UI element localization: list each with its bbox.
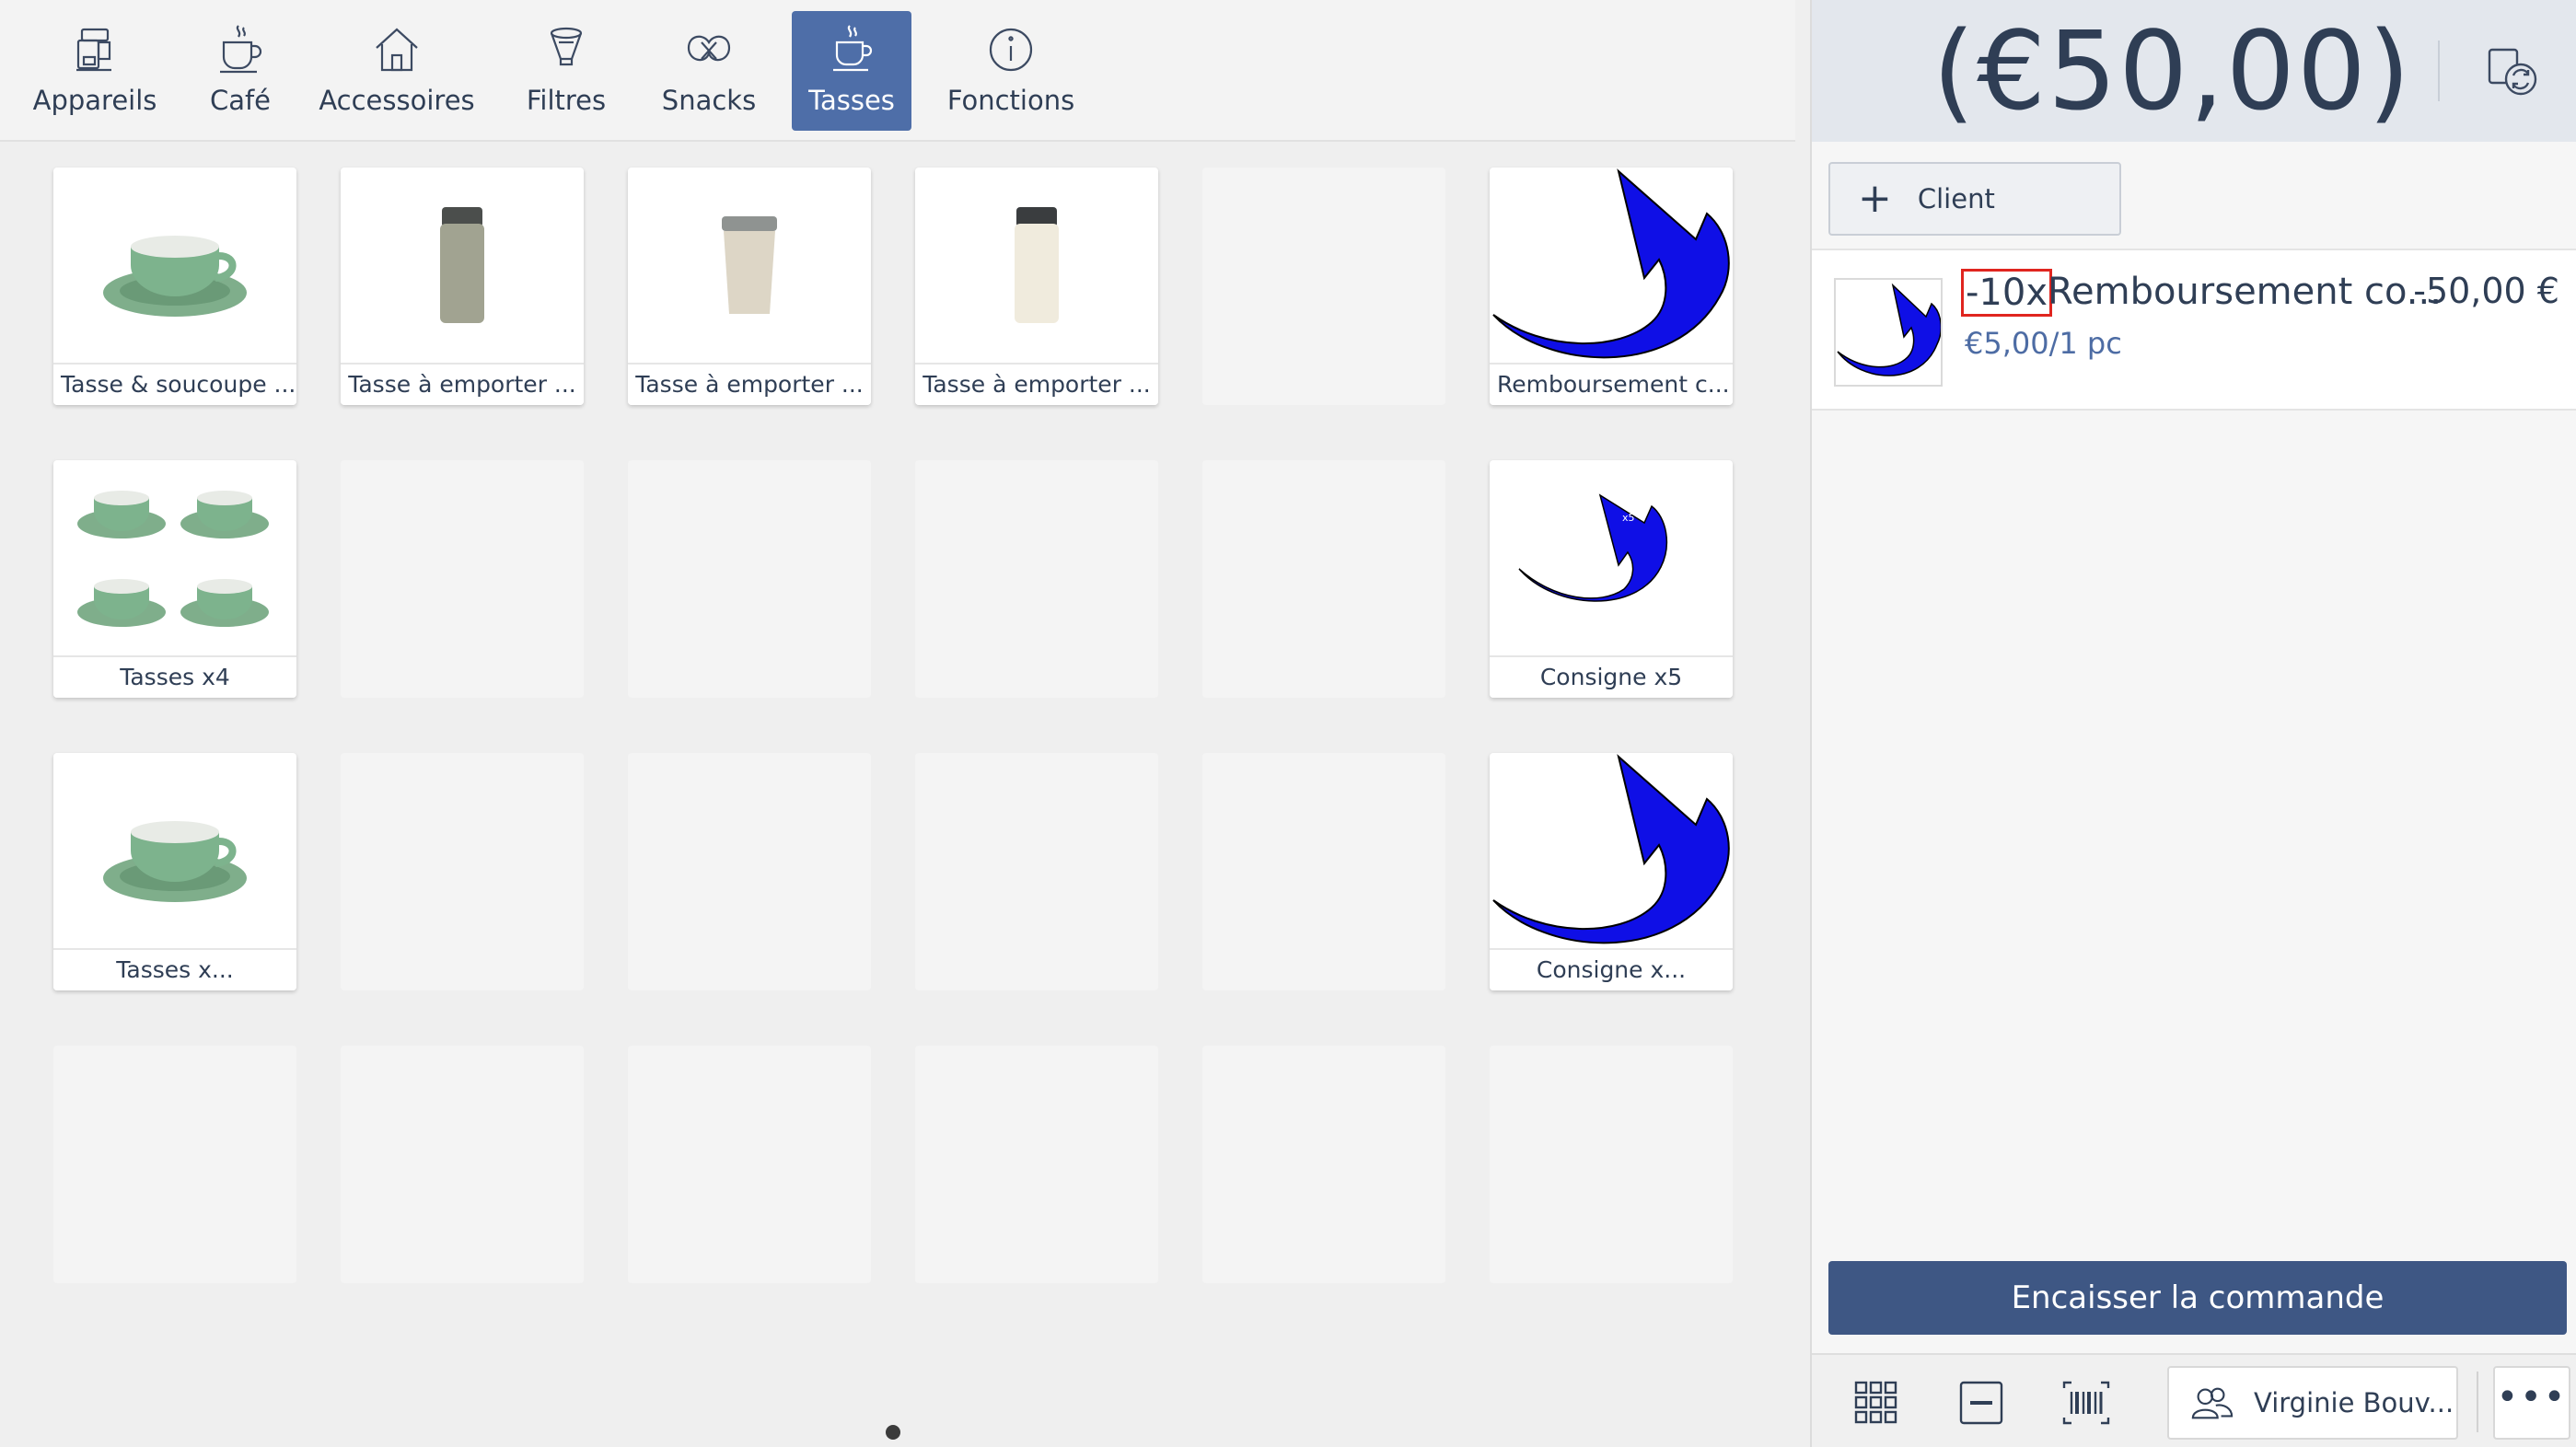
tab-label: Café [209,85,272,116]
tab-label: Tasses [808,85,895,116]
product-tile[interactable]: Tasse à emporter ... [341,168,584,405]
line-item-thumbnail [1834,278,1943,387]
product-tile[interactable]: Remboursement c... [1490,168,1733,405]
product-image [341,168,584,363]
user-button[interactable]: Virginie Bouv... [2167,1366,2458,1440]
order-total: (€50,00) [1932,7,2412,134]
empty-tile [915,1046,1158,1283]
order-panel: (€50,00) + Client -10x Remboursement co.… [1810,0,2576,1447]
empty-tile [1490,1046,1733,1283]
order-line-item[interactable]: -10x Remboursement co... -50,00 € €5,00/… [1812,249,2576,411]
return-arrow-icon [1490,168,1733,363]
tab-snacks[interactable]: Snacks [654,11,764,131]
empty-tile [628,1046,871,1283]
cup-icon [833,25,873,72]
total-header: (€50,00) [1812,0,2576,142]
product-label: Remboursement c... [1490,363,1733,405]
house-icon [376,28,418,72]
more-options-button[interactable]: ••• [2493,1366,2570,1440]
tab-accessoires[interactable]: Accessoires [319,11,475,131]
user-name: Virginie Bouv... [2254,1387,2454,1418]
divider [2477,1372,2478,1432]
tab-appareils[interactable]: Appareils [28,11,162,131]
tab-filtres[interactable]: Filtres [512,11,621,131]
product-image [53,168,296,363]
return-arrow-icon [1490,753,1733,948]
users-icon [2191,1387,2234,1419]
product-image [628,168,871,363]
tab-label: Filtres [526,85,607,116]
product-tile[interactable]: Tasse & soucoupe ... [53,168,296,405]
product-tile[interactable]: Tasses x... [53,753,296,990]
line-item-name: Remboursement co... [2048,271,2442,313]
switch-display-icon[interactable] [2484,42,2543,101]
bottom-toolbar: Virginie Bouv... ••• [1812,1353,2576,1447]
plus-icon: + [1858,175,1892,222]
tab-label: Appareils [32,85,157,116]
category-tabbar: Appareils Café Accessoires Filtres Snack… [0,0,1795,142]
minus-box-icon [1959,1381,2003,1425]
empty-tile [341,753,584,990]
tab-label: Fonctions [946,85,1075,116]
tab-cafe[interactable]: Café [190,11,291,131]
checkout-button[interactable]: Encaisser la commande [1828,1261,2567,1335]
empty-tile [915,460,1158,698]
product-image [915,168,1158,363]
empty-tile [628,460,871,698]
product-tile[interactable]: Tasse à emporter ... [915,168,1158,405]
product-label: Tasses x... [53,948,296,990]
product-label: Tasse à emporter ... [341,363,584,405]
info-icon [989,28,1033,72]
tab-label: Accessoires [319,85,475,116]
empty-tile [341,1046,584,1283]
line-item-unit-price: €5,00/1 pc [1965,326,2122,361]
product-tile[interactable]: Tasse à emporter ... [628,168,871,405]
barcode-button[interactable] [2059,1375,2114,1430]
empty-tile [1202,168,1445,405]
tab-tasses[interactable]: Tasses [792,11,911,131]
product-tile[interactable]: Tasses x4 [53,460,296,698]
product-label: Tasse à emporter ... [628,363,871,405]
product-label: Tasse à emporter ... [915,363,1158,405]
return-arrow-icon: x5 [1490,460,1733,655]
product-label: Consigne x5 [1490,655,1733,698]
product-label: Tasses x4 [53,655,296,698]
pretzel-icon [687,35,731,62]
empty-tile [1202,460,1445,698]
product-label: Tasse & soucoupe ... [53,363,296,405]
minus-button[interactable] [1954,1375,2009,1430]
barcode-icon [2062,1381,2110,1425]
tab-label: Snacks [661,85,757,116]
product-label: Consigne x... [1490,948,1733,990]
grid-view-button[interactable] [1849,1375,1904,1430]
page-indicator[interactable] [886,1425,900,1440]
empty-tile [1202,753,1445,990]
tab-fonctions[interactable]: Fonctions [943,11,1079,131]
line-item-price: -50,00 € [2413,271,2559,311]
filter-icon [550,27,583,66]
product-tile[interactable]: x5 Consigne x5 [1490,460,1733,698]
product-panel: Appareils Café Accessoires Filtres Snack… [0,0,1795,1447]
product-image [53,460,296,655]
line-item-quantity[interactable]: -10x [1961,269,2053,317]
client-label: Client [1917,183,1995,214]
arrow-badge: x5 [1622,512,1635,524]
empty-tile [628,753,871,990]
coffee-cup-icon [220,25,262,74]
product-image [53,753,296,948]
appliance-icon [76,28,111,72]
empty-tile [1202,1046,1445,1283]
empty-tile [341,460,584,698]
divider [2438,41,2440,101]
empty-tile [53,1046,296,1283]
grid-icon [1854,1381,1897,1424]
empty-tile [915,753,1158,990]
product-tile[interactable]: Consigne x... [1490,753,1733,990]
add-client-button[interactable]: + Client [1828,162,2121,236]
